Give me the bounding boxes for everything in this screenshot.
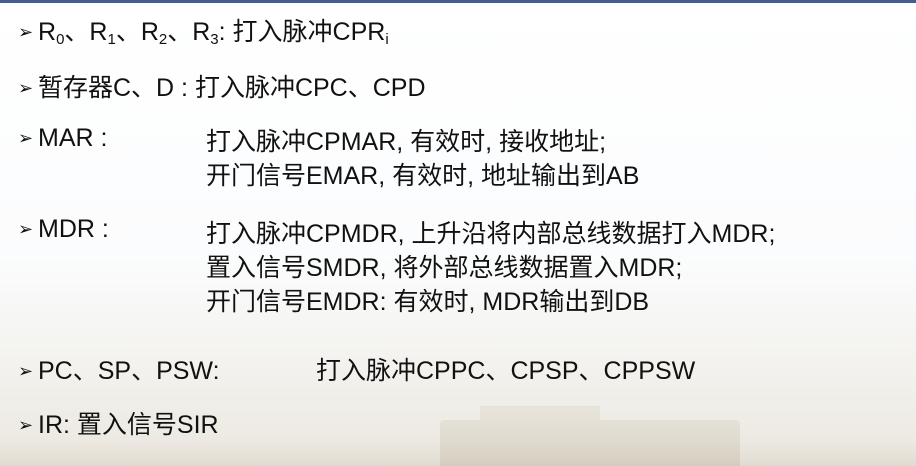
mar-label: MAR : bbox=[38, 124, 108, 152]
top-rule bbox=[0, 0, 916, 3]
registers-desc: : 打入脉冲CPR bbox=[218, 18, 386, 46]
mdr-line-3: 开门信号EMDR: 有效时, MDR输出到DB bbox=[206, 288, 650, 316]
item-ir: ➢ IR: 置入信号SIR bbox=[18, 410, 219, 440]
mar-description: 打入脉冲CPMAR, 有效时, 接收地址; 开门信号EMAR, 有效时, 地址输… bbox=[206, 127, 639, 195]
pc-sp-psw-description: 打入脉冲CPPC、CPSP、CPPSW bbox=[316, 357, 696, 385]
bullet-icon: ➢ bbox=[18, 219, 34, 239]
item-registers: ➢ R0、R1、R2、R3: 打入脉冲CPRi bbox=[18, 17, 389, 47]
bullet-icon: ➢ bbox=[18, 78, 34, 98]
ir-label: IR: 置入信号SIR bbox=[38, 411, 219, 439]
temp-registers-label: 暂存器C、D : 打入脉冲CPC、CPD bbox=[38, 74, 426, 102]
item-pc-sp-psw: ➢ PC、SP、PSW: bbox=[18, 356, 220, 386]
bullet-icon: ➢ bbox=[18, 415, 34, 435]
mar-line-2: 开门信号EMAR, 有效时, 地址输出到AB bbox=[206, 162, 640, 190]
mdr-line-1: 打入脉冲CPMDR, 上升沿将内部总线数据打入MDR; bbox=[206, 220, 776, 248]
mar-line-1: 打入脉冲CPMAR, 有效时, 接收地址; bbox=[206, 128, 607, 156]
pc-sp-psw-label: PC、SP、PSW: bbox=[38, 357, 220, 385]
mdr-description: 打入脉冲CPMDR, 上升沿将内部总线数据打入MDR; 置入信号SMDR, 将外… bbox=[206, 219, 775, 321]
item-mar: ➢ MAR : bbox=[18, 123, 107, 153]
bullet-icon: ➢ bbox=[18, 128, 34, 148]
bullet-icon: ➢ bbox=[18, 22, 34, 42]
mdr-line-2: 置入信号SMDR, 将外部总线数据置入MDR; bbox=[206, 254, 683, 282]
registers-label: R0、R1、R2、R3: 打入脉冲CPRi bbox=[38, 18, 389, 48]
item-mdr: ➢ MDR : bbox=[18, 214, 109, 244]
mdr-label: MDR : bbox=[38, 215, 109, 243]
bullet-icon: ➢ bbox=[18, 361, 34, 381]
item-temp-registers: ➢ 暂存器C、D : 打入脉冲CPC、CPD bbox=[18, 73, 426, 103]
background-building bbox=[440, 406, 740, 466]
